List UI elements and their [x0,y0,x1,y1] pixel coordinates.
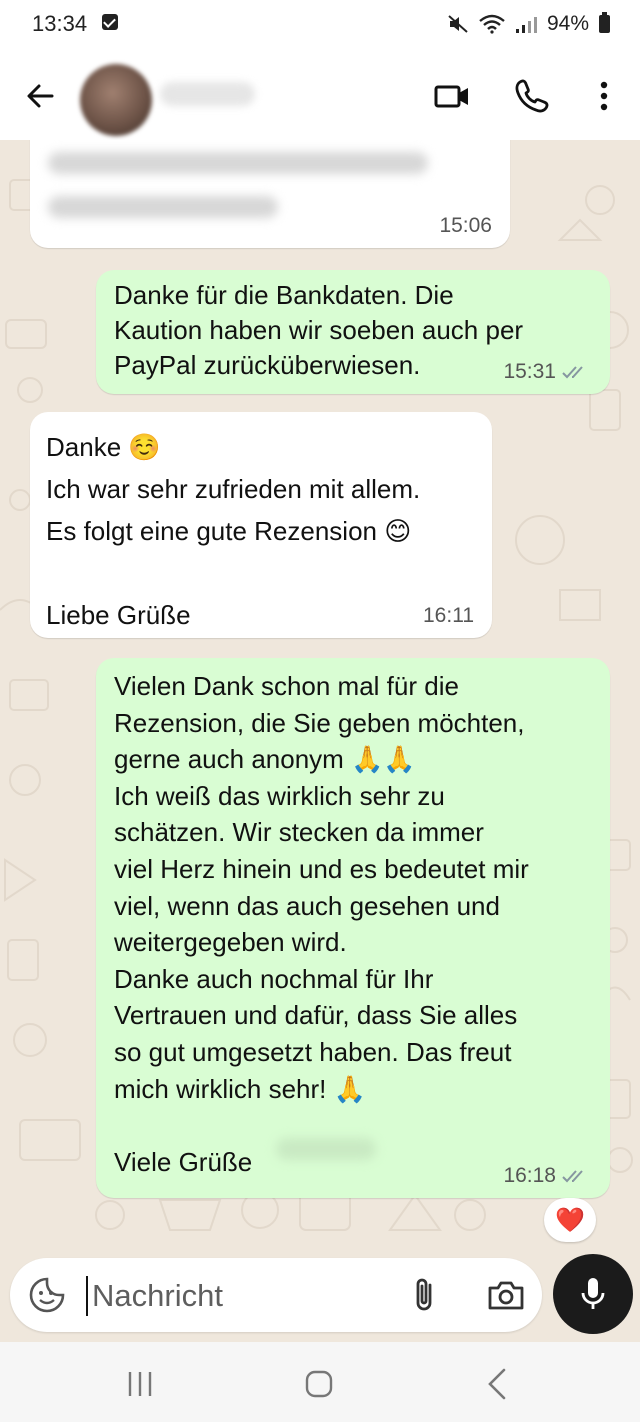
message-time: 15:06 [439,214,492,237]
message-bubble-incoming[interactable]: Danke ☺️ Ich war sehr zufrieden mit alle… [30,412,492,638]
read-ticks-icon [562,366,583,379]
status-time: 13:34 [32,11,88,36]
nav-back-icon[interactable] [478,1364,518,1404]
wifi-icon [479,14,505,34]
message-composer [10,1258,542,1332]
system-nav-bar [0,1342,640,1422]
message-bubble-outgoing[interactable]: Danke für die Bankdaten. Die Kaution hab… [96,270,610,394]
message-text: Vielen Dank schon mal für die Rezension,… [114,671,529,1177]
text-cursor [86,1276,88,1316]
video-call-icon[interactable] [432,76,472,116]
chat-messages: 15:06 Danke für die Bankdaten. Die Kauti… [0,140,640,1250]
contact-avatar[interactable] [80,64,152,136]
chat-header [0,50,640,140]
battery-percent: 94% [546,12,589,35]
more-vert-icon[interactable] [584,76,624,116]
message-meta: 16:18 [503,1164,592,1188]
microphone-icon [581,1278,605,1309]
message-time: 16:18 [503,1164,556,1187]
status-indicators: 94% [447,12,610,36]
home-icon[interactable] [299,1364,339,1404]
message-meta: 15:06 [439,214,492,238]
microphone-button[interactable] [553,1254,633,1334]
message-time: 15:31 [503,360,556,383]
message-meta: 16:11 [423,604,474,628]
heart-reaction[interactable]: ❤️ [544,1198,596,1242]
message-meta: 15:31 [503,360,592,384]
read-ticks-icon [562,1170,583,1183]
contact-name[interactable] [160,82,255,106]
redacted-text [48,196,278,218]
notification-check-icon [102,14,118,30]
mute-icon [448,15,468,33]
message-input[interactable] [90,1272,384,1320]
paperclip-icon[interactable] [408,1276,442,1314]
camera-icon[interactable] [486,1276,526,1314]
message-bubble-outgoing[interactable]: Vielen Dank schon mal für die Rezension,… [96,658,610,1198]
phone-icon[interactable] [512,76,552,116]
back-button[interactable] [22,78,58,114]
redacted-text [48,152,428,174]
recent-apps-icon[interactable] [120,1364,160,1404]
signal-icon [515,17,537,33]
status-bar: 13:34 94% [0,0,640,50]
redacted-signature [276,1138,376,1160]
message-time: 16:11 [423,604,474,627]
battery-icon [599,12,610,33]
message-bubble-incoming[interactable]: 15:06 [30,140,510,248]
sticker-icon[interactable] [28,1276,66,1314]
message-text: Danke ☺️ Ich war sehr zufrieden mit alle… [46,432,421,630]
